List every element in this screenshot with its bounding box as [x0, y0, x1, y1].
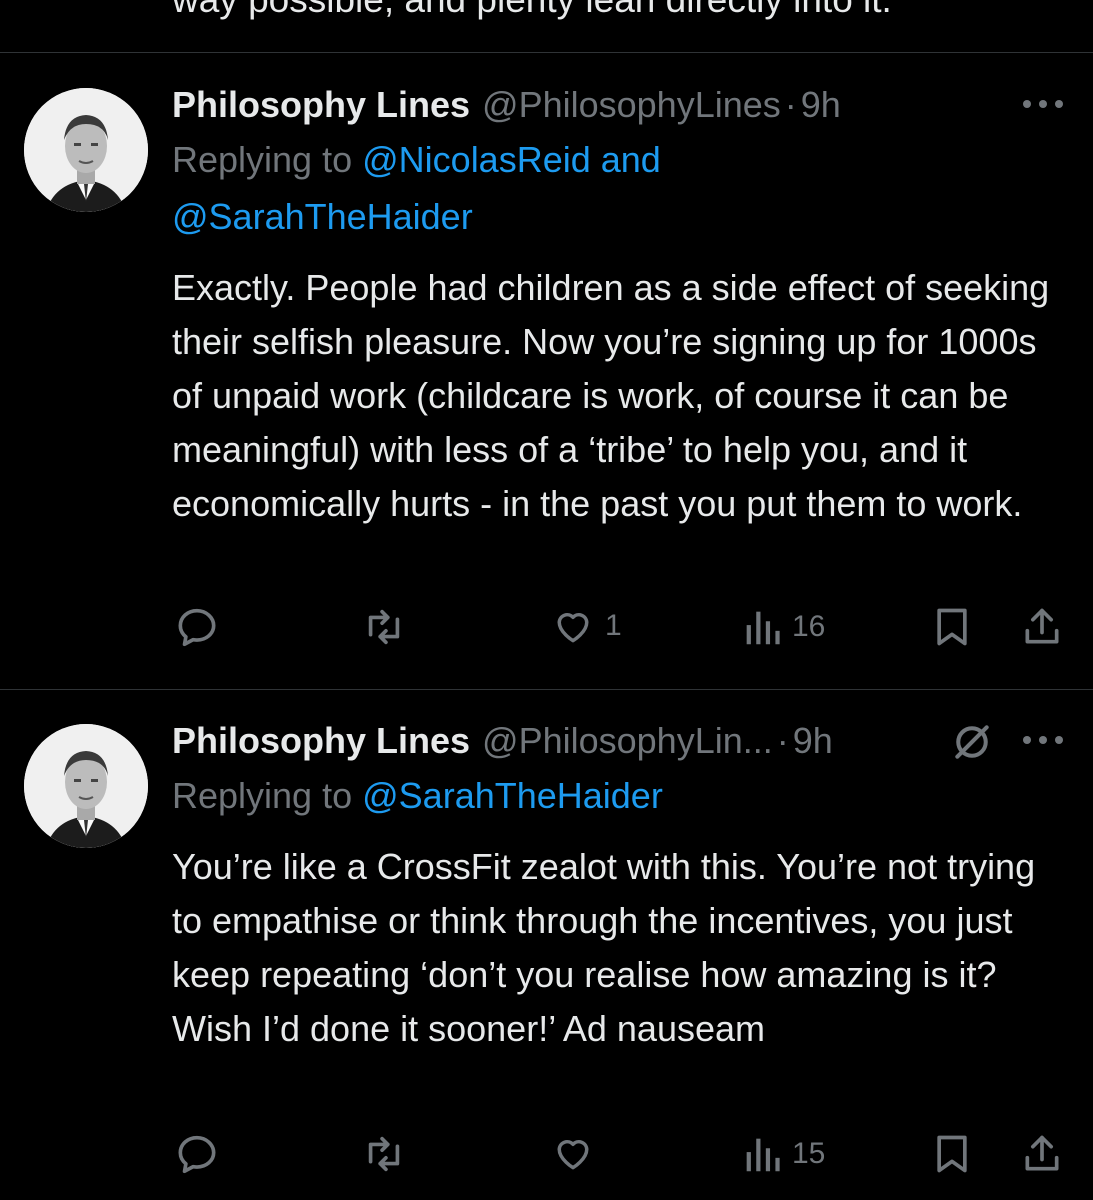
- replying-prefix: Replying to: [172, 775, 353, 816]
- tweet-text: You’re like a CrossFit zealot with this.…: [172, 846, 1036, 1049]
- retweet-icon: [368, 609, 400, 645]
- tweet-actions: 15: [0, 1131, 1093, 1181]
- separator-dot: ·: [776, 720, 789, 761]
- retweet-button[interactable]: [361, 1131, 407, 1177]
- display-name[interactable]: Philosophy Lines: [172, 80, 470, 130]
- replying-to: Replying to @NicolasReid and @SarahTheHa…: [172, 131, 792, 245]
- view-count: 16: [792, 610, 826, 643]
- like-button[interactable]: [551, 1131, 595, 1175]
- heart-icon: [557, 1140, 589, 1170]
- share-button[interactable]: [1020, 604, 1064, 650]
- share-icon: [1025, 608, 1059, 644]
- avatar-portrait-image: [24, 724, 148, 848]
- separator-dot: ·: [784, 84, 797, 125]
- share-button[interactable]: [1020, 1131, 1064, 1177]
- reply-icon: [178, 1135, 216, 1174]
- avatar[interactable]: [24, 88, 148, 212]
- replying-prefix: Replying to: [172, 139, 353, 180]
- previous-tweet-text-fragment: way possible, and plenty lean directly i…: [172, 0, 892, 22]
- muted-icon[interactable]: [950, 720, 994, 764]
- view-count: 15: [792, 1137, 826, 1170]
- like-count: 1: [605, 609, 622, 642]
- heart-icon: [557, 613, 589, 643]
- bookmark-icon: [937, 608, 967, 646]
- timestamp[interactable]: 9h: [801, 80, 841, 130]
- user-handle[interactable]: @PhilosophyLin...: [482, 716, 773, 766]
- user-handle[interactable]: @PhilosophyLines: [482, 80, 781, 130]
- more-icon[interactable]: [1023, 730, 1063, 750]
- bookmark-button[interactable]: [930, 604, 974, 650]
- retweet-icon: [368, 1136, 400, 1172]
- display-name[interactable]: Philosophy Lines: [172, 716, 470, 766]
- views-icon: [746, 1138, 780, 1172]
- tweet-header: Philosophy Lines @PhilosophyLin... · 9h: [172, 716, 833, 766]
- avatar-portrait-image: [24, 88, 148, 212]
- tweet-actions: 1 16: [0, 604, 1093, 654]
- reply-icon: [178, 608, 216, 647]
- views-button[interactable]: 16: [742, 604, 825, 650]
- mention-link[interactable]: @SarahTheHaider: [362, 775, 663, 816]
- views-button[interactable]: 15: [742, 1131, 825, 1177]
- tweet-divider: [0, 52, 1093, 53]
- bookmark-button[interactable]: [930, 1131, 974, 1177]
- like-button[interactable]: 1: [551, 604, 622, 648]
- reply-button[interactable]: [174, 1131, 220, 1177]
- tweet-divider: [0, 689, 1093, 690]
- replying-to: Replying to @SarahTheHaider: [172, 767, 792, 824]
- views-icon: [746, 611, 780, 645]
- tweet-text: Exactly. People had children as a side e…: [172, 267, 1050, 524]
- mention-link[interactable]: @SarahTheHaider: [172, 196, 473, 237]
- share-icon: [1025, 1135, 1059, 1171]
- avatar[interactable]: [24, 724, 148, 848]
- bookmark-icon: [937, 1135, 967, 1173]
- timestamp[interactable]: 9h: [793, 716, 833, 766]
- tweet-header: Philosophy Lines @PhilosophyLines · 9h: [172, 80, 841, 130]
- more-icon[interactable]: [1023, 94, 1063, 114]
- retweet-button[interactable]: [361, 604, 407, 650]
- reply-button[interactable]: [174, 604, 220, 650]
- mention-link[interactable]: @NicolasReid: [362, 139, 591, 180]
- replying-join[interactable]: and: [601, 139, 661, 180]
